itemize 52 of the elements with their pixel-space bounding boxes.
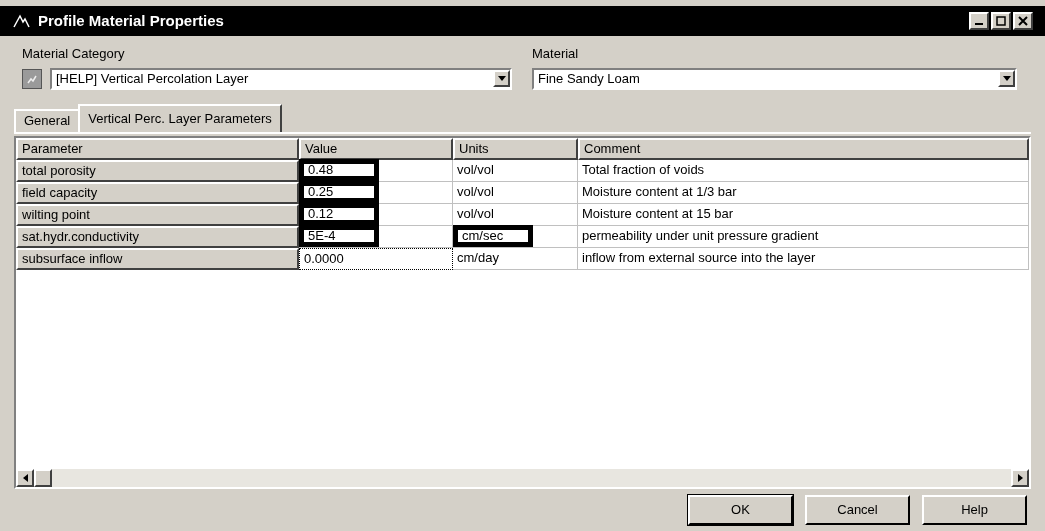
table-cell-text: vol/vol bbox=[456, 183, 495, 202]
table-cell-text: vol/vol bbox=[456, 161, 495, 180]
column-header[interactable]: Units bbox=[453, 137, 578, 160]
minimize-button[interactable] bbox=[969, 12, 989, 30]
table-cell: 0.25 bbox=[299, 181, 379, 203]
field-label: Material bbox=[532, 45, 580, 63]
dropdown-button[interactable] bbox=[998, 70, 1015, 87]
row-header[interactable]: total porosity bbox=[16, 159, 299, 182]
column-header[interactable]: Value bbox=[299, 137, 453, 160]
scroll-left-button[interactable] bbox=[16, 469, 34, 487]
app-icon bbox=[12, 13, 30, 29]
table-cell-text: Total fraction of voids bbox=[581, 161, 706, 180]
dropdown-field[interactable]: Fine Sandy Loam bbox=[532, 67, 1017, 90]
table-cell-text: Moisture content at 15 bar bbox=[581, 205, 735, 224]
category-icon bbox=[22, 68, 42, 89]
table-cell: 5E-4 bbox=[299, 225, 379, 247]
dialog-button[interactable]: Help bbox=[922, 495, 1027, 525]
row-header[interactable]: sat.hydr.conductivity bbox=[16, 225, 299, 248]
table-cell-text: 0.0000 bbox=[303, 249, 345, 268]
scroll-thumb[interactable] bbox=[34, 469, 52, 487]
row-header[interactable]: subsurface inflow bbox=[16, 247, 299, 270]
close-icon bbox=[1018, 16, 1028, 26]
dropdown-field[interactable]: [HELP] Vertical Percolation Layer bbox=[50, 67, 512, 90]
dropdown-button[interactable] bbox=[493, 70, 510, 87]
table-cell: 0.48 bbox=[299, 159, 379, 181]
minimize-icon bbox=[975, 23, 983, 25]
table-cell-text: Moisture content at 1/3 bar bbox=[581, 183, 738, 202]
maximize-icon bbox=[996, 16, 1006, 26]
table-cell-text: inflow from external source into the layer bbox=[581, 249, 817, 268]
row-header[interactable]: wilting point bbox=[16, 203, 299, 226]
column-header[interactable]: Comment bbox=[578, 137, 1029, 160]
tab[interactable]: Vertical Perc. Layer Parameters bbox=[78, 103, 282, 132]
field-label: Material Category bbox=[22, 45, 126, 63]
table-cell-text: vol/vol bbox=[456, 205, 495, 224]
column-header[interactable]: Parameter bbox=[16, 137, 299, 160]
maximize-button[interactable] bbox=[991, 12, 1011, 30]
close-button[interactable] bbox=[1013, 12, 1033, 30]
tab[interactable]: General bbox=[14, 108, 79, 132]
caret-icon bbox=[497, 76, 506, 81]
right-arrow-icon bbox=[1017, 474, 1023, 482]
table-cell: 0.12 bbox=[299, 203, 379, 225]
horizontal-scrollbar[interactable] bbox=[16, 469, 1029, 487]
table-cell-text: cm/day bbox=[456, 249, 500, 268]
caret-icon bbox=[1002, 76, 1011, 81]
table-cell-text: permeability under unit pressure gradient bbox=[581, 227, 820, 246]
window-title: Profile Material Properties bbox=[38, 10, 225, 31]
scroll-right-button[interactable] bbox=[1011, 469, 1029, 487]
dialog-button[interactable]: Cancel bbox=[805, 495, 910, 525]
table-cell: cm/sec bbox=[453, 225, 533, 247]
dialog-button[interactable]: OK bbox=[688, 495, 793, 525]
row-header[interactable]: field capacity bbox=[16, 181, 299, 204]
left-arrow-icon bbox=[22, 474, 28, 482]
